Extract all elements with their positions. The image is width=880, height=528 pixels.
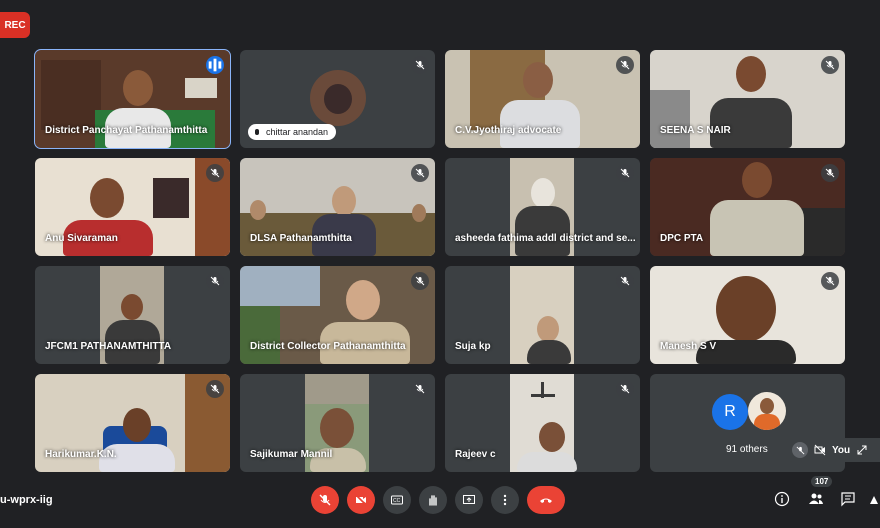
mic-off-icon [616,164,634,182]
participant-tile[interactable]: C.V.Jyothiraj advocate [445,50,640,148]
mic-off-icon [821,272,839,290]
people-count-badge: 107 [811,476,833,487]
participant-name: C.V.Jyothiraj advocate [455,125,562,136]
mic-off-icon [411,272,429,290]
recording-label: REC [4,19,26,31]
mic-off-icon [821,164,839,182]
mic-toggle-button[interactable] [311,486,339,514]
mic-off-icon [206,164,224,182]
mic-off-icon [616,380,634,398]
participant-tile[interactable]: Harikumar.K.N. [35,374,230,472]
mic-off-icon [411,56,429,74]
participant-tile[interactable]: JFCM1 PATHANAMTHITTA [35,266,230,364]
participant-tile[interactable]: DPC PTA [650,158,845,256]
present-button[interactable] [455,486,483,514]
self-mic-off-icon [792,442,808,458]
hang-up-icon [540,498,552,503]
chat-icon [841,492,855,507]
participant-name: District Collector Pathanamthitta [250,341,406,352]
svg-text:CC: CC [393,498,401,504]
participant-name: Sajikumar Mannil [250,449,333,460]
participant-tile[interactable]: Manesh S V [650,266,845,364]
participant-name: JFCM1 PATHANAMTHITTA [45,341,172,352]
mic-off-icon [206,272,224,290]
chat-button[interactable] [837,488,859,510]
participant-name: DLSA Pathanamthitta [250,233,352,244]
shapes-icon [870,496,878,504]
others-avatar-photo [748,392,786,430]
bottom-toolbar: u-wprx-iig CC 107 [0,472,880,528]
raise-hand-button[interactable] [419,486,447,514]
mic-off-icon [411,380,429,398]
participant-tile[interactable]: District Collector Pathanamthitta [240,266,435,364]
participant-tile[interactable]: chittar anandan [240,50,435,148]
participant-tile[interactable]: Anu Sivaraman [35,158,230,256]
meeting-details-button[interactable] [771,488,793,510]
mic-off-icon [206,380,224,398]
hand-icon [429,495,437,506]
self-camera-off-icon [814,444,826,456]
participant-tile[interactable]: SEENA S NAIR [650,50,845,148]
hand-icon [255,129,259,135]
mic-off-icon [411,164,429,182]
meeting-code: u-wprx-iig [0,494,53,506]
captions-button[interactable]: CC [383,486,411,514]
more-vert-icon [503,494,507,506]
camera-off-icon [355,494,367,506]
participant-name: SEENA S NAIR [660,125,731,136]
participant-name: chittar anandan [248,124,337,140]
participant-name: District Panchayat Pathanamthitta [45,125,208,136]
people-button[interactable]: 107 [805,476,833,510]
activities-button[interactable] [864,488,880,510]
camera-toggle-button[interactable] [347,486,375,514]
self-view[interactable]: You [786,438,880,462]
present-icon [463,495,475,504]
leave-call-button[interactable] [527,486,565,514]
people-icon [809,493,823,504]
more-options-button[interactable] [491,486,519,514]
mic-off-icon [616,272,634,290]
participant-name: asheeda fathima addl district and se... [455,233,636,244]
others-avatar-initial: R [724,403,736,420]
participant-name: Suja kp [455,341,491,352]
participant-name: Harikumar.K.N. [45,449,117,460]
participant-tile[interactable]: DLSA Pathanamthitta [240,158,435,256]
mic-off-icon [319,494,331,506]
participant-name: DPC PTA [660,233,704,244]
self-label: You [832,444,851,456]
participant-tile[interactable]: District Panchayat Pathanamthitta [34,49,231,149]
participant-name: Rajeev c [455,449,496,460]
recording-badge: REC [0,12,30,38]
participant-tile[interactable]: Suja kp [445,266,640,364]
participant-name: Anu Sivaraman [45,233,118,244]
others-count: 91 others [726,444,768,455]
participant-tile[interactable]: Sajikumar Mannil [240,374,435,472]
participant-tile[interactable]: asheeda fathima addl district and se... [445,158,640,256]
captions-icon: CC [391,495,403,505]
participant-tile[interactable]: Rajeev c [445,374,640,472]
expand-icon[interactable] [856,444,868,456]
mic-off-icon [616,56,634,74]
info-icon [774,491,790,507]
speaking-indicator-icon [206,56,224,74]
mic-off-icon [821,56,839,74]
others-avatar: R [712,394,748,430]
participant-name: Manesh S V [660,341,717,352]
